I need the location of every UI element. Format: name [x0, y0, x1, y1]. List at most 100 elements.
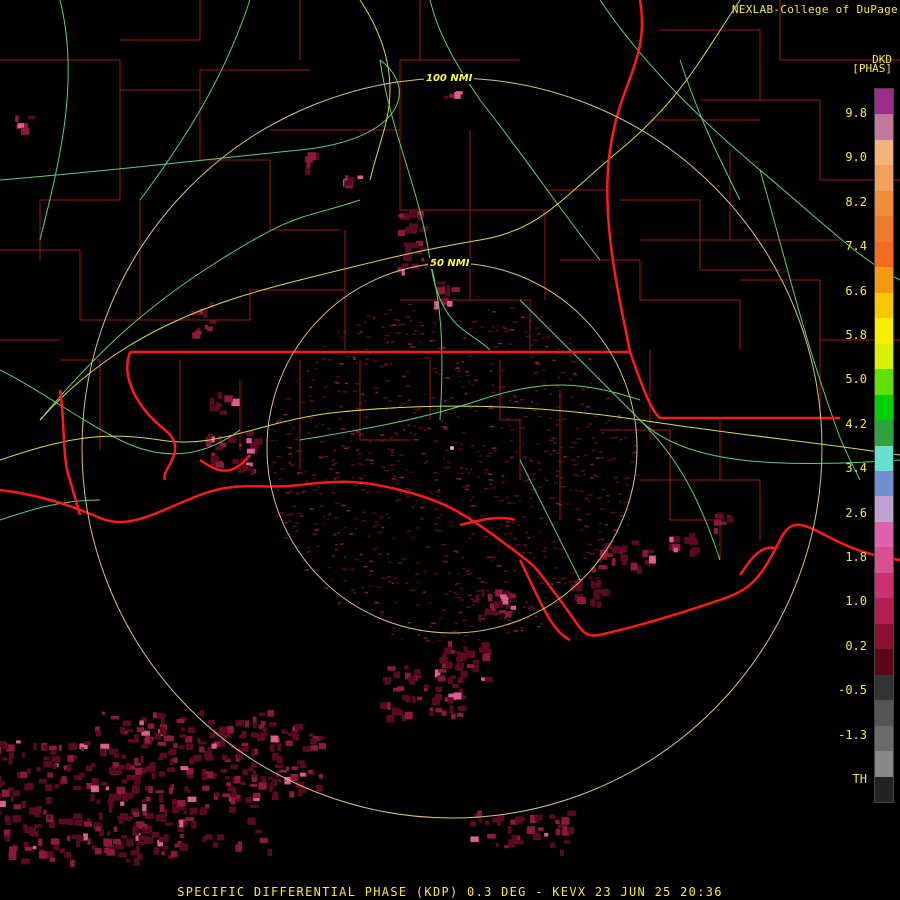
echo-cell: [357, 175, 364, 180]
echo-cell: [611, 558, 616, 566]
clutter-speck: [504, 617, 507, 619]
echo-cell: [211, 743, 217, 749]
echo-cell: [259, 712, 266, 716]
color-scale-segment: [875, 776, 893, 803]
clutter-speck: [483, 472, 488, 475]
echo-cell: [507, 826, 512, 834]
county-line: [270, 129, 470, 211]
echo-cell: [142, 804, 147, 812]
clutter-speck: [490, 363, 493, 365]
clutter-speck: [586, 513, 591, 516]
echo-cell: [478, 614, 482, 622]
echo-cell: [576, 585, 580, 592]
clutter-speck: [355, 407, 358, 409]
clutter-speck: [600, 457, 605, 459]
echo-cell: [176, 719, 184, 724]
clutter-speck: [408, 489, 411, 491]
clutter-speck: [455, 367, 460, 369]
color-scale-segment: [875, 241, 893, 268]
clutter-speck: [492, 487, 496, 489]
echo-cell: [212, 842, 219, 848]
clutter-speck: [625, 501, 631, 503]
clutter-speck: [335, 502, 340, 504]
echo-cell: [179, 833, 184, 839]
clutter-speck: [505, 525, 510, 527]
echo-cell: [296, 723, 304, 731]
echo-cell: [472, 659, 479, 664]
echo-cell: [5, 835, 10, 842]
echo-cell: [45, 796, 52, 804]
echo-cell: [534, 814, 543, 821]
echo-cell: [267, 848, 272, 856]
echo-cell: [466, 650, 476, 659]
clutter-speck: [298, 512, 302, 515]
clutter-speck: [423, 570, 426, 573]
clutter-speck: [463, 432, 466, 434]
echo-cell: [481, 642, 490, 650]
echo-cell: [213, 772, 217, 779]
clutter-speck: [589, 577, 593, 580]
clutter-speck: [306, 370, 309, 372]
echo-cell: [307, 770, 313, 774]
clutter-speck: [518, 612, 521, 614]
clutter-speck: [570, 446, 575, 449]
echo-cell: [727, 516, 734, 523]
echo-cell: [74, 775, 83, 781]
clutter-speck: [542, 383, 547, 385]
clutter-speck: [465, 569, 471, 572]
clutter-speck: [323, 515, 326, 518]
clutter-speck: [458, 448, 463, 451]
clutter-speck: [309, 508, 314, 510]
echo-cell: [405, 256, 411, 262]
clutter-speck: [571, 396, 574, 398]
clutter-speck: [480, 326, 484, 328]
clutter-speck: [523, 544, 528, 546]
clutter-speck: [474, 330, 477, 333]
clutter-speck: [434, 472, 438, 474]
clutter-speck: [438, 639, 441, 642]
clutter-speck: [340, 336, 343, 338]
clutter-speck: [599, 508, 605, 510]
clutter-speck: [613, 476, 618, 479]
clutter-speck: [485, 590, 491, 592]
clutter-speck: [557, 376, 561, 379]
echo-cell: [455, 663, 464, 668]
clutter-speck: [425, 460, 428, 463]
echo-cell: [179, 819, 184, 828]
clutter-speck: [401, 638, 403, 641]
clutter-speck: [432, 367, 437, 370]
clutter-speck: [440, 420, 443, 422]
clutter-speck: [605, 397, 610, 400]
echo-cell: [717, 512, 725, 517]
clutter-speck: [288, 520, 292, 523]
echo-cell: [267, 710, 274, 717]
clutter-speck: [449, 521, 453, 523]
clutter-speck: [561, 486, 567, 488]
echo-cell: [90, 763, 96, 767]
clutter-speck: [541, 550, 547, 553]
clutter-speck: [412, 412, 417, 414]
clutter-speck: [589, 382, 592, 385]
clutter-speck: [444, 555, 449, 557]
clutter-speck: [331, 459, 335, 461]
clutter-speck: [632, 451, 637, 454]
clutter-speck: [606, 495, 610, 497]
echo-cell: [505, 611, 512, 618]
clutter-speck: [613, 529, 618, 531]
clutter-speck: [470, 598, 474, 600]
echo-cell: [91, 778, 99, 786]
echo-cell: [555, 828, 560, 836]
clutter-speck: [588, 494, 593, 496]
echo-cell: [189, 807, 198, 815]
clutter-speck: [454, 550, 458, 553]
echo-cell: [217, 435, 221, 443]
clutter-speck: [319, 440, 325, 443]
color-scale-segment: [875, 343, 893, 370]
clutter-speck: [419, 341, 422, 343]
clutter-speck: [553, 442, 557, 444]
echo-cell: [197, 737, 201, 743]
echo-cell: [54, 784, 60, 789]
clutter-speck: [558, 548, 564, 550]
clutter-speck: [471, 444, 474, 447]
clutter-speck: [430, 397, 436, 400]
